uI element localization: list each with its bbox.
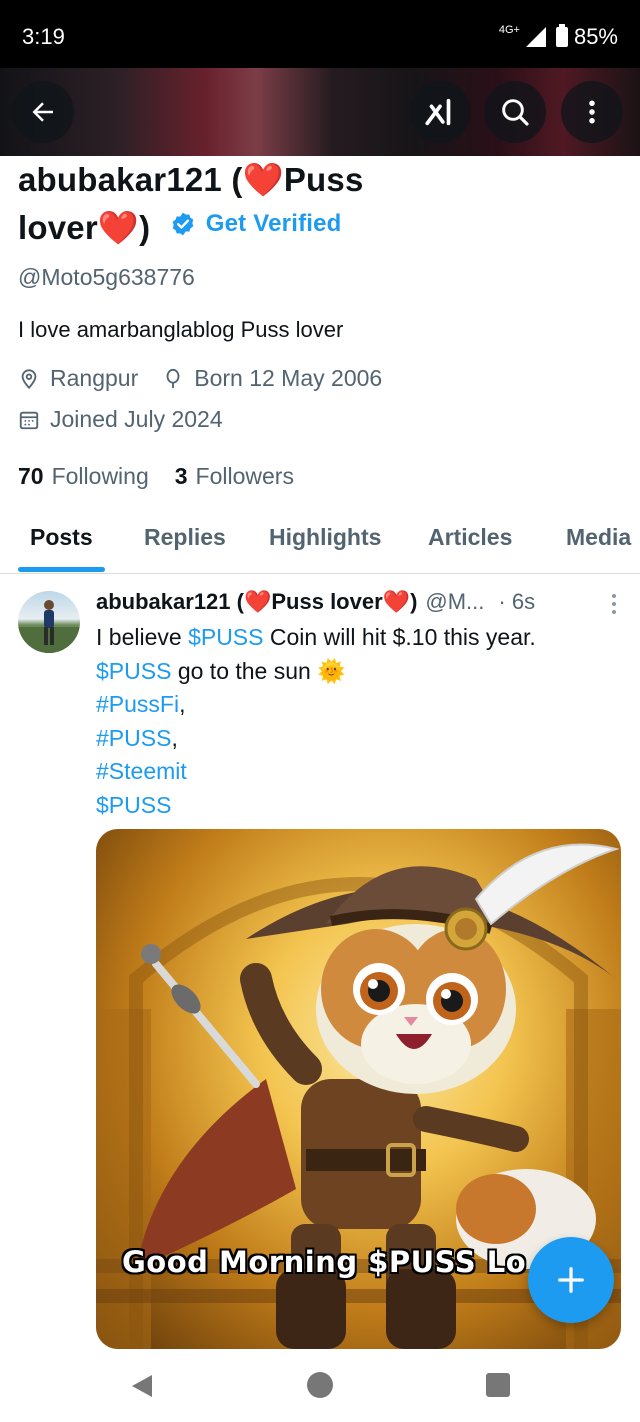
avatar[interactable]: [18, 591, 80, 653]
tweet-author-name[interactable]: abubakar121 (❤️Puss lover❤️): [96, 589, 417, 615]
profile-tabs: Posts Replies Highlights Articles Media: [0, 510, 640, 574]
cashtag-link[interactable]: $PUSS: [188, 624, 263, 650]
search-icon: [502, 99, 529, 126]
tab-posts[interactable]: Posts: [30, 524, 93, 551]
tab-replies[interactable]: Replies: [144, 524, 226, 551]
followers-link[interactable]: 3 Followers: [175, 463, 294, 490]
following-count: 70: [18, 463, 44, 489]
tab-highlights[interactable]: Highlights: [269, 524, 381, 551]
search-button[interactable]: [484, 81, 546, 143]
location-pin-icon: [21, 368, 37, 389]
compose-button[interactable]: [528, 1237, 614, 1323]
system-nav-bar: [0, 1350, 640, 1422]
get-verified-link[interactable]: Get Verified: [170, 202, 342, 246]
back-button[interactable]: [12, 81, 74, 143]
tweet-author-text: Puss lover: [271, 589, 383, 614]
system-back-icon[interactable]: [130, 1373, 154, 1399]
profile-handle: @Moto5g638776: [18, 264, 195, 290]
battery-icon: [555, 24, 568, 47]
tweet-author-text: ): [410, 589, 418, 614]
tweet-timestamp[interactable]: · 6s: [498, 589, 535, 615]
grok-button[interactable]: [409, 81, 471, 143]
display-name-text: lover: [18, 209, 98, 246]
battery-level: 85%: [573, 24, 618, 49]
tweet-line: #Steemit: [96, 755, 620, 789]
tweet-line: I believe $PUSS Coin will hit $.10 this …: [96, 621, 620, 655]
display-name-text: ): [139, 209, 151, 246]
followers-count: 3: [174, 463, 188, 489]
heart-emoji: ❤️: [242, 161, 284, 198]
tweet-text: I believe $PUSS Coin will hit $.10 this …: [96, 621, 620, 822]
profile-meta-joined: Joined July 2024: [18, 406, 618, 433]
system-recents-icon[interactable]: [486, 1373, 510, 1397]
tweet-more-icon[interactable]: [604, 591, 624, 617]
cashtag-link[interactable]: $PUSS: [96, 658, 171, 684]
tweet-text-span: go to the sun 🌞: [171, 657, 346, 684]
joined: Joined July 2024: [18, 406, 223, 433]
hashtag-link[interactable]: #PussFi: [96, 691, 179, 717]
grok-icon: [425, 98, 451, 126]
network-type: 4G+: [498, 24, 520, 36]
tweet-line: $PUSS: [96, 789, 620, 823]
system-home-icon[interactable]: [307, 1372, 333, 1398]
following-link[interactable]: 70 Following: [18, 463, 149, 490]
plus-icon: [558, 1267, 584, 1293]
tweet[interactable]: abubakar121 (❤️Puss lover❤️) @M... · 6s …: [0, 575, 640, 1355]
tab-media[interactable]: Media: [566, 524, 631, 551]
follow-stats: 70 Following 3 Followers: [18, 463, 618, 490]
tweet-author-handle: @M...: [425, 589, 485, 614]
status-bar: 3:19 4G+ 85%: [0, 0, 640, 68]
avatar-image: [18, 600, 80, 653]
tweet-author-text: abubakar121 (: [96, 589, 244, 614]
active-tab-indicator: [18, 567, 105, 572]
more-button[interactable]: [561, 81, 623, 143]
cashtag-link[interactable]: $PUSS: [96, 792, 171, 818]
profile-info: abubakar121 (❤️Puss lover❤️) Get Verifie…: [18, 158, 618, 490]
calendar-icon: [19, 411, 39, 429]
get-verified-label: Get Verified: [205, 210, 342, 237]
birthday: Born 12 May 2006: [162, 365, 382, 392]
heart-emoji: ❤️: [97, 209, 140, 246]
heart-emoji: ❤️: [382, 589, 411, 614]
display-name-text: abubakar121 (: [18, 161, 243, 198]
display-name: abubakar121 (❤️Puss lover❤️) Get Verifie…: [18, 158, 618, 250]
verified-badge-icon: [172, 212, 194, 236]
profile-meta: Rangpur Born 12 May 2006: [18, 365, 618, 392]
tweet-header: abubakar121 (❤️Puss lover❤️) @M... · 6s: [96, 589, 626, 615]
tweet-line: #PussFi,: [96, 688, 620, 722]
tab-articles[interactable]: Articles: [428, 524, 512, 551]
location-text: Rangpur: [50, 365, 139, 391]
followers-label: Followers: [195, 463, 294, 489]
location: Rangpur: [18, 365, 138, 392]
tweet-line: #PUSS,: [96, 722, 620, 756]
joined-text: Joined July 2024: [50, 406, 223, 432]
tweet-text-span: ,: [171, 724, 178, 751]
birthday-text: Born 12 May 2006: [194, 365, 383, 391]
tweet-text-span: I believe: [96, 624, 189, 650]
tweet-text-span: ,: [179, 691, 186, 717]
arrow-left-icon: [32, 102, 53, 122]
display-name-text: Puss: [283, 161, 364, 198]
status-time: 3:19: [22, 24, 65, 49]
tweet-text-span: Coin will hit $.10 this year.: [263, 624, 536, 650]
heart-emoji: ❤️: [243, 589, 272, 614]
following-label: Following: [51, 463, 149, 489]
balloon-icon: [166, 368, 180, 388]
more-vertical-icon: [589, 100, 595, 124]
tweet-line: $PUSS go to the sun 🌞: [96, 655, 620, 689]
hashtag-link[interactable]: #PUSS: [96, 725, 171, 751]
signal-icon: [525, 27, 546, 47]
hashtag-link[interactable]: #Steemit: [96, 758, 187, 784]
status-icons: 4G+ 85%: [499, 24, 618, 50]
profile-bio: I love amarbanglablog Puss lover: [18, 317, 344, 342]
